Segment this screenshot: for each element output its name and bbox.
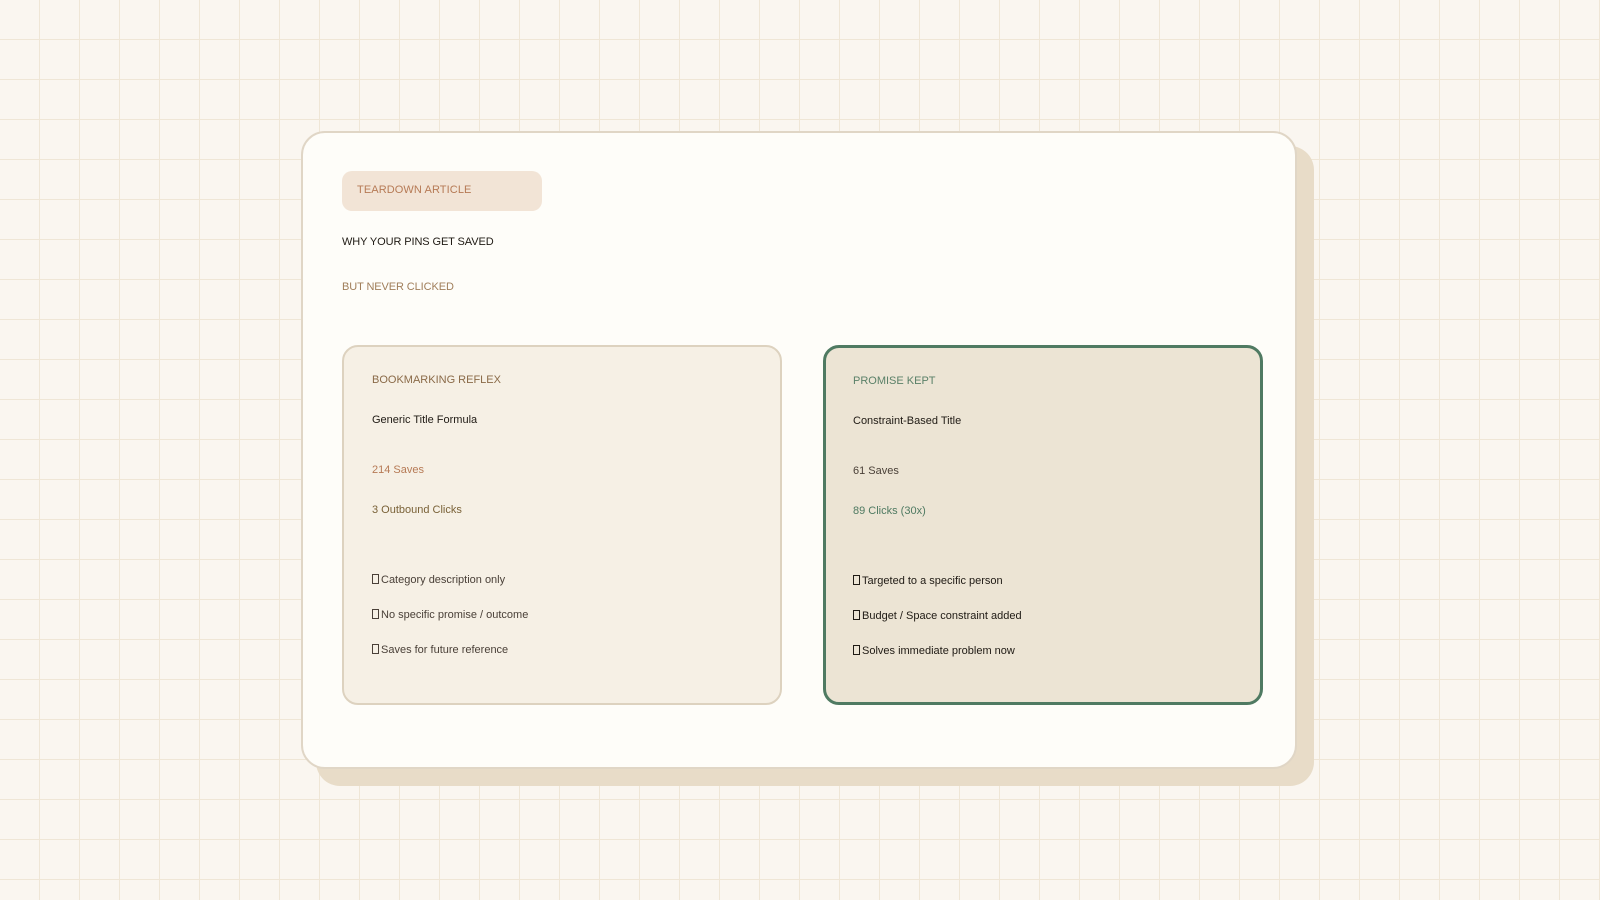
list-item-text: No specific promise / outcome (381, 609, 529, 621)
saves-stat: 214 Saves (372, 464, 424, 476)
bullet-icon (853, 575, 860, 585)
bullet-icon (372, 609, 379, 619)
list-item: Saves for future reference (372, 644, 508, 656)
list-item: Targeted to a specific person (853, 575, 1003, 587)
clicks-stat: 3 Outbound Clicks (372, 504, 462, 516)
category-badge-label: TEARDOWN ARTICLE (357, 184, 472, 196)
panel-heading: Generic Title Formula (372, 414, 478, 426)
bullet-icon (853, 610, 860, 620)
panel-label: PROMISE KEPT (853, 375, 936, 387)
list-item-text: Budget / Space constraint added (862, 610, 1022, 622)
bullet-icon (372, 574, 379, 584)
list-item: Category description only (372, 574, 505, 586)
list-item: Budget / Space constraint added (853, 610, 1022, 622)
bullet-icon (372, 644, 379, 654)
page-subtitle: BUT NEVER CLICKED (342, 281, 454, 293)
list-item-text: Solves immediate problem now (862, 645, 1015, 657)
clicks-stat: 89 Clicks (30x) (853, 505, 926, 517)
list-item: No specific promise / outcome (372, 609, 528, 621)
list-item-text: Category description only (381, 574, 506, 586)
page-title: WHY YOUR PINS GET SAVED (342, 236, 494, 248)
list-item: Solves immediate problem now (853, 645, 1015, 657)
article-card: TEARDOWN ARTICLE WHY YOUR PINS GET SAVED… (301, 131, 1297, 769)
comparison-panel-constraint: PROMISE KEPT Constraint-Based Title 61 S… (823, 345, 1263, 705)
list-item-text: Saves for future reference (381, 644, 509, 656)
panel-heading: Constraint-Based Title (853, 415, 962, 427)
page: { "colors": { "background": "#faf6f0", "… (0, 0, 1600, 900)
bullet-icon (853, 645, 860, 655)
list-item-text: Targeted to a specific person (862, 575, 1003, 587)
category-badge: TEARDOWN ARTICLE (342, 171, 542, 211)
panel-label: BOOKMARKING REFLEX (372, 374, 501, 386)
comparison-panel-generic: BOOKMARKING REFLEX Generic Title Formula… (342, 345, 782, 705)
saves-stat: 61 Saves (853, 465, 899, 477)
